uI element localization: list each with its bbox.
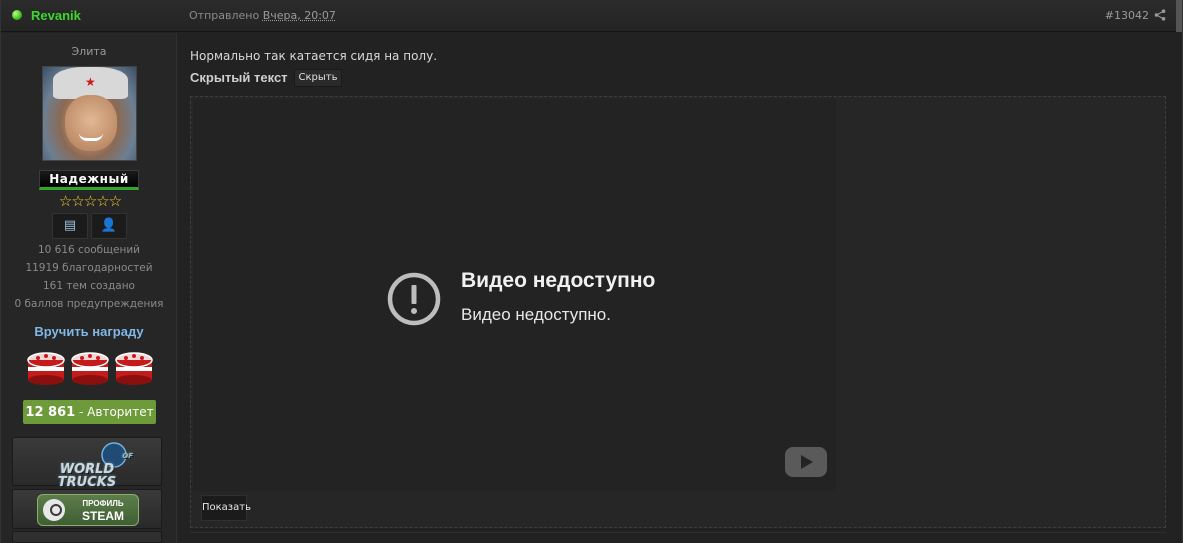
avatar-star-icon: ★	[85, 75, 96, 89]
post-footer	[190, 532, 1166, 543]
steam-line2: STEAM	[82, 509, 124, 523]
scrollbar[interactable]	[1176, 0, 1182, 32]
stat-messages: 10 616 сообщений	[37, 244, 141, 256]
author-name-link[interactable]: Revanik	[31, 8, 81, 23]
warning-icon	[387, 272, 441, 326]
share-icon[interactable]	[1154, 9, 1166, 21]
youtube-logo-icon[interactable]	[785, 447, 827, 477]
embedded-video[interactable]: Видео недоступно Видео недоступно.	[193, 99, 836, 491]
user-panel-extra	[12, 531, 162, 543]
steam-profile-banner[interactable]: ПРОФИЛЬ STEAM	[12, 489, 162, 529]
add-friend-button[interactable]: 👤	[91, 213, 127, 239]
post-number-link[interactable]: #13042	[1105, 9, 1149, 22]
user-info-panel: Элита ★ Надежный ☆☆☆☆☆ ▤ 👤 10 616 сообще…	[1, 33, 177, 543]
user-group-title: Элита	[71, 45, 107, 58]
world-of-trucks-banner[interactable]: OF WORLD TRUCKS	[12, 437, 162, 489]
document-icon: ▤	[63, 218, 77, 233]
reputation-label: Авторитет	[87, 405, 154, 419]
post-header: Revanik Отправлено Вчера, 20:07 #13042	[1, 0, 1182, 32]
award-cake-icon[interactable]	[114, 350, 154, 386]
show-spoiler-button[interactable]: Показать	[201, 495, 251, 521]
avatar[interactable]: ★	[42, 66, 137, 161]
video-error-title: Видео недоступно	[461, 269, 656, 292]
add-user-icon: 👤	[100, 218, 118, 233]
video-error-subtitle: Видео недоступно.	[461, 305, 611, 324]
spoiler-box: Видео недоступно Видео недоступно. Показ…	[190, 96, 1166, 528]
world-of-trucks-logo: OF WORLD TRUCKS	[37, 450, 137, 489]
post-date-time: Вчера, 20:07	[262, 9, 336, 22]
stat-warnings: 0 баллов предупреждения	[14, 298, 164, 310]
award-cake-icon[interactable]	[26, 350, 66, 386]
steam-text: ПРОФИЛЬ STEAM	[68, 498, 138, 522]
wot-main-text: WORLD TRUCKS	[57, 462, 117, 490]
award-cake-icon[interactable]	[70, 350, 110, 386]
stat-topics: 161 тем создано	[43, 280, 135, 292]
give-award-link[interactable]: Вручить награду	[1, 324, 177, 339]
post-date-prefix: Отправлено	[189, 9, 260, 22]
avatar-face	[65, 95, 117, 151]
post-date: Отправлено Вчера, 20:07	[189, 9, 336, 22]
rank-badge: Надежный	[39, 170, 139, 190]
post-content: Нормально так катается сидя на полу. Скр…	[178, 33, 1182, 543]
reputation-separator: -	[79, 405, 88, 419]
forum-post: Revanik Отправлено Вчера, 20:07 #13042 Э…	[0, 0, 1183, 543]
steam-profile-button[interactable]: ПРОФИЛЬ STEAM	[37, 494, 139, 526]
rating-stars-icon: ☆☆☆☆☆	[58, 192, 122, 210]
reputation-value: 12 861	[25, 405, 76, 420]
reputation-badge[interactable]: 12 861 - Авторитет	[23, 400, 156, 424]
user-posts-button[interactable]: ▤	[52, 213, 88, 239]
online-status-icon	[12, 10, 22, 20]
hide-spoiler-button[interactable]: Скрыть	[294, 69, 342, 87]
steam-icon	[43, 499, 65, 521]
spoiler-title: Скрытый текст	[190, 70, 288, 85]
stat-thanks: 11919 благодарностей	[25, 262, 153, 274]
post-message-text: Нормально так катается сидя на полу.	[190, 49, 438, 63]
